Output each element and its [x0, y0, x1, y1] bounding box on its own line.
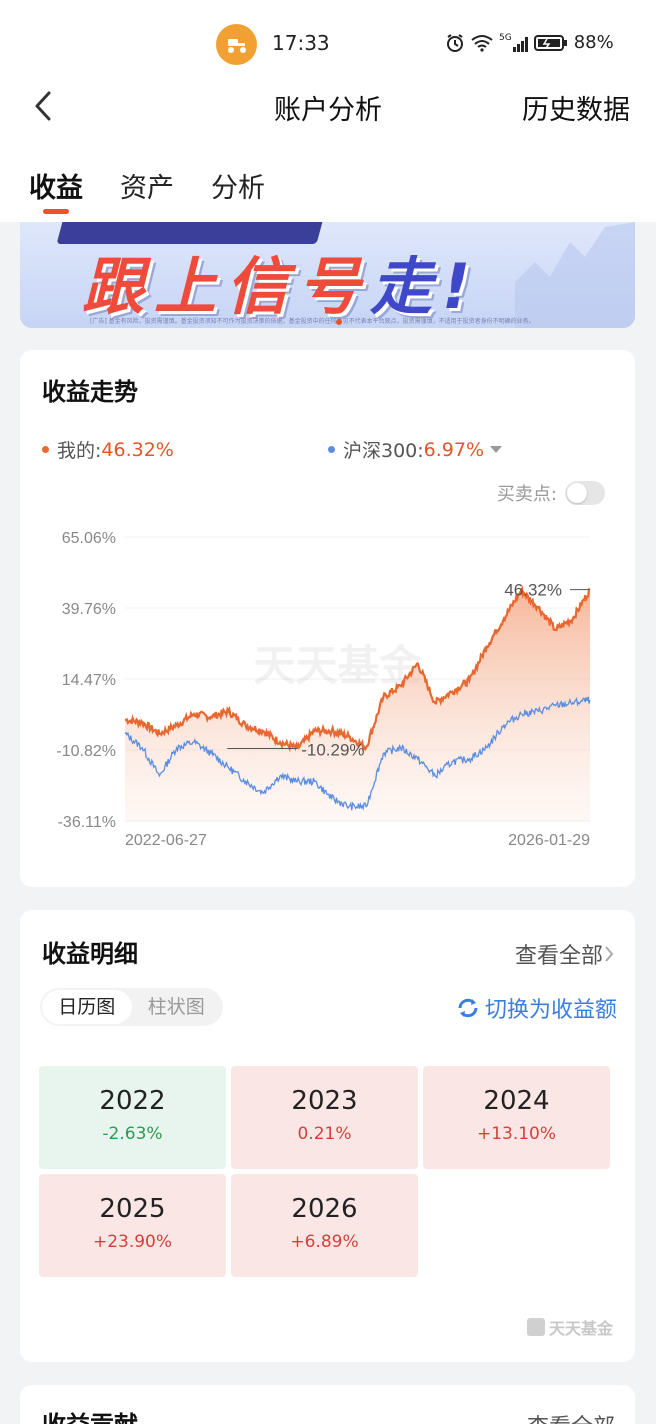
year-cell[interactable]: 2024 +13.10%	[423, 1066, 610, 1169]
legend-bench-value: 6.97%	[423, 438, 485, 461]
status-bar: 17:33 5G 88%	[0, 20, 656, 70]
caret-down-icon	[490, 446, 503, 453]
tab-bar: 收益 资产 分析	[0, 160, 656, 220]
detail-view-all-link[interactable]: 查看全部	[515, 938, 615, 970]
year-label: 2025	[99, 1194, 166, 1224]
chevron-left-icon	[35, 91, 51, 121]
watermark-text: 天天基金	[548, 1319, 613, 1338]
history-data-link[interactable]: 历史数据	[522, 88, 630, 127]
year-return: +23.90%	[92, 1232, 173, 1252]
y-tick-label: 39.76%	[62, 601, 116, 618]
view-all-label: 查看全部	[514, 944, 603, 969]
banner-headline: 跟上信号走!	[82, 250, 481, 323]
buy-sell-label: 买卖点:	[496, 484, 557, 505]
series-area-mine	[125, 588, 590, 821]
year-cell[interactable]: 2023 0.21%	[231, 1066, 418, 1169]
earnings-trend-card: 收益走势 我的: 46.32% 沪深300: 6.97% 买卖点: 65.06%…	[20, 350, 635, 887]
year-cell[interactable]: 2025 +23.90%	[39, 1174, 226, 1277]
year-return: +6.89%	[290, 1232, 359, 1252]
nav-bar: 账户分析 历史数据	[0, 76, 656, 136]
battery-level: 88%	[573, 32, 614, 53]
year-return: 0.21%	[297, 1124, 352, 1144]
banner-page-indicator	[336, 319, 342, 325]
y-tick-label: 65.06%	[62, 530, 116, 547]
tab-analysis[interactable]: 分析	[211, 166, 265, 205]
view-mode-segment: 日历图 柱状图	[40, 988, 223, 1026]
y-tick-label: -36.11%	[58, 814, 116, 831]
chart-watermark: 天天基金	[253, 641, 422, 690]
legend-mine-dot	[42, 446, 49, 453]
x-tick-label: 2022-06-27	[125, 832, 207, 849]
switch-label: 切换为收益额	[484, 998, 617, 1023]
legend-benchmark[interactable]: 沪深300: 6.97%	[328, 436, 503, 463]
contrib-view-all-link[interactable]: 查看全部	[527, 1409, 615, 1424]
year-return: -2.63%	[102, 1124, 163, 1144]
y-tick-label: -10.82%	[56, 743, 116, 760]
earnings-contribution-card: 收益贡献 查看全部	[20, 1385, 635, 1424]
refresh-icon	[458, 998, 478, 1018]
y-tick-label: 14.47%	[62, 672, 116, 689]
year-cell[interactable]: 2022 -2.63%	[39, 1066, 226, 1169]
year-label: 2022	[99, 1086, 166, 1116]
min-annotation: -10.29%	[301, 741, 364, 760]
tab-earnings[interactable]: 收益	[29, 166, 83, 205]
segment-bar-chart[interactable]: 柱状图	[132, 990, 222, 1024]
trend-card-title: 收益走势	[42, 378, 138, 406]
wifi-icon	[471, 34, 493, 52]
battery-icon	[533, 34, 567, 51]
tab-active-indicator	[43, 209, 69, 214]
legend-bench-dot	[328, 446, 335, 453]
detail-card-title: 收益明细	[42, 940, 138, 968]
alarm-icon	[447, 33, 463, 52]
x-tick-label: 2026-01-29	[508, 832, 590, 849]
year-label: 2023	[291, 1086, 358, 1116]
status-time: 17:33	[272, 31, 330, 55]
year-label: 2024	[483, 1086, 550, 1116]
earnings-chart[interactable]: 65.06% 39.76% 14.47% -10.82% -36.11% 2022-06-…	[20, 510, 635, 850]
legend-mine: 我的: 46.32%	[42, 436, 174, 463]
legend-mine-value: 46.32%	[101, 438, 174, 461]
max-annotation: 46.32%	[504, 581, 562, 600]
year-return: +13.10%	[476, 1124, 557, 1144]
buy-sell-toggle[interactable]	[565, 481, 605, 505]
legend-bench-label: 沪深300:	[343, 440, 424, 462]
toggle-knob	[567, 483, 587, 503]
chevron-right-icon	[605, 946, 614, 962]
tab-assets[interactable]: 资产	[120, 166, 174, 205]
switch-to-amount-link[interactable]: 切换为收益额	[455, 992, 617, 1024]
tiantian-logo-watermark: 天天基金	[526, 1315, 613, 1339]
earnings-detail-card: 收益明细 查看全部 日历图 柱状图 切换为收益额 2022 -2.63% 202…	[20, 910, 635, 1362]
promo-banner[interactable]: 跟上信号走! [广告] 基金有风险，投资需谨慎。基金投资须知不可作为投资决策的依…	[20, 222, 635, 328]
contrib-card-title: 收益贡献	[42, 1405, 138, 1424]
back-button[interactable]	[26, 86, 60, 126]
status-icons: 5G 88%	[445, 32, 614, 53]
legend-mine-label: 我的:	[57, 440, 102, 462]
logo-icon	[526, 1318, 545, 1336]
banner-fine-print: [广告] 基金有风险，投资需谨慎。基金投资须知不可作为投资决策的依据，基金投资中…	[90, 318, 535, 325]
banner-deco	[515, 222, 635, 328]
year-cell[interactable]: 2026 +6.89%	[231, 1174, 418, 1277]
scooter-app-icon	[216, 24, 257, 65]
year-label: 2026	[291, 1194, 358, 1224]
buy-sell-points: 买卖点:	[497, 480, 605, 506]
view-all-label: 查看全部	[527, 1409, 615, 1424]
signal-icon: 5G	[499, 33, 528, 52]
segment-calendar[interactable]: 日历图	[42, 990, 132, 1024]
